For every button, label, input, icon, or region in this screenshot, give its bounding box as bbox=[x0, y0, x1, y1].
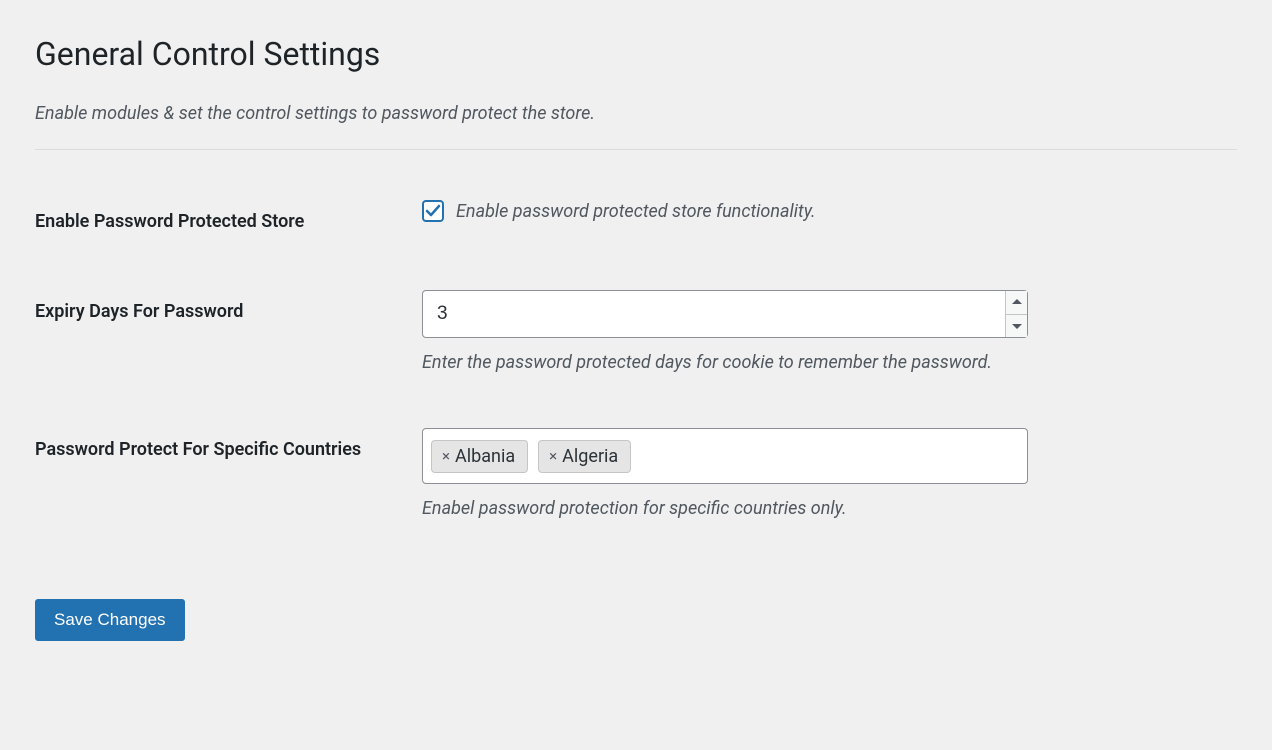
country-tag-label: Algeria bbox=[562, 446, 618, 467]
country-tag: × Algeria bbox=[538, 440, 631, 473]
spinner-down-button[interactable] bbox=[1006, 315, 1027, 338]
save-changes-button[interactable]: Save Changes bbox=[35, 599, 185, 641]
expiry-days-label: Expiry Days For Password bbox=[35, 290, 422, 325]
enable-store-checkbox[interactable] bbox=[422, 200, 444, 222]
enable-store-checkbox-label: Enable password protected store function… bbox=[456, 201, 816, 222]
expiry-days-input[interactable] bbox=[423, 291, 1005, 337]
tag-remove-icon[interactable]: × bbox=[549, 449, 557, 464]
enable-store-checkbox-container: Enable password protected store function… bbox=[422, 200, 1237, 222]
country-tag: × Albania bbox=[431, 440, 528, 473]
number-spinner bbox=[1005, 291, 1027, 337]
checkmark-icon bbox=[425, 203, 441, 219]
country-tag-label: Albania bbox=[455, 446, 515, 467]
chevron-down-icon bbox=[1012, 322, 1022, 329]
field-row-countries: Password Protect For Specific Countries … bbox=[35, 428, 1237, 519]
expiry-days-description: Enter the password protected days for co… bbox=[422, 352, 1237, 373]
expiry-days-input-container bbox=[422, 290, 1028, 338]
page-description: Enable modules & set the control setting… bbox=[35, 103, 1237, 124]
countries-tags-input[interactable]: × Albania × Algeria bbox=[422, 428, 1028, 484]
spinner-up-button[interactable] bbox=[1006, 291, 1027, 315]
field-row-enable-store: Enable Password Protected Store Enable p… bbox=[35, 200, 1237, 235]
tag-remove-icon[interactable]: × bbox=[442, 449, 450, 464]
field-row-expiry-days: Expiry Days For Password Enter the passw… bbox=[35, 290, 1237, 373]
countries-label: Password Protect For Specific Countries bbox=[35, 428, 422, 463]
section-divider bbox=[35, 149, 1237, 150]
chevron-up-icon bbox=[1012, 299, 1022, 306]
page-title: General Control Settings bbox=[35, 35, 1237, 73]
countries-description: Enabel password protection for specific … bbox=[422, 498, 1237, 519]
enable-store-label: Enable Password Protected Store bbox=[35, 200, 422, 235]
